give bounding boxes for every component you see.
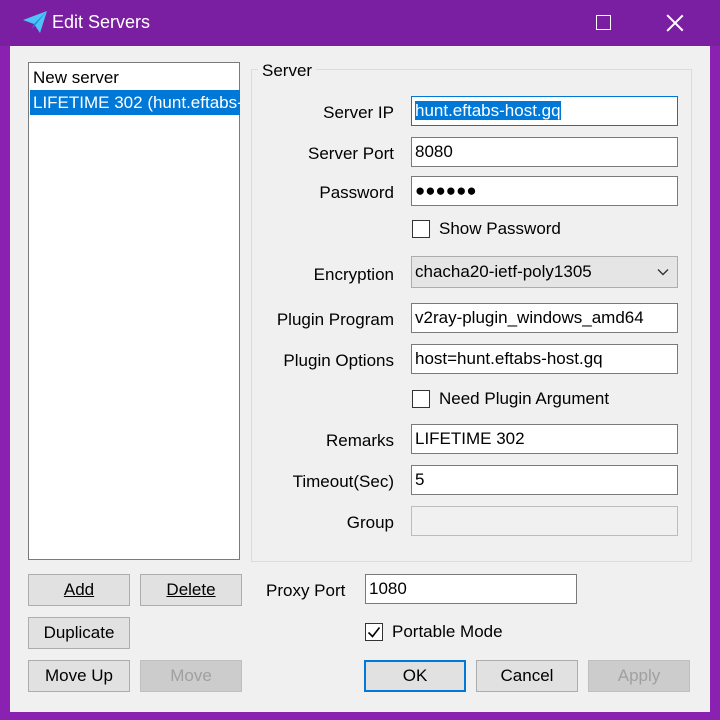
edit-servers-window: Edit Servers New server LIFETIME 302 (hu… <box>0 0 720 720</box>
remarks-input[interactable]: LIFETIME 302 <box>411 424 678 454</box>
portable-mode-label[interactable]: Portable Mode <box>392 622 503 642</box>
server-ip-label: Server IP <box>323 103 394 122</box>
remarks-label: Remarks <box>325 431 394 450</box>
paper-plane-icon <box>23 11 47 33</box>
encryption-value: chacha20-ietf-poly1305 <box>415 262 592 281</box>
title-bar[interactable]: Edit Servers <box>0 0 720 46</box>
delete-button[interactable]: Delete <box>140 574 242 606</box>
proxy-port-input[interactable]: 1080 <box>365 574 577 604</box>
password-label: Password <box>319 183 394 202</box>
list-item[interactable]: New server <box>30 65 240 90</box>
server-ip-input[interactable]: hunt.eftabs-host.gq <box>411 96 678 126</box>
need-plugin-argument-checkbox[interactable] <box>412 390 430 408</box>
password-input[interactable]: ●●●●●● <box>411 176 678 206</box>
encryption-select[interactable]: chacha20-ietf-poly1305 <box>411 256 678 288</box>
proxy-port-label: Proxy Port <box>266 581 346 600</box>
ok-button[interactable]: OK <box>364 660 466 692</box>
plugin-program-label: Plugin Program <box>276 310 394 329</box>
move-up-button[interactable]: Move Up <box>28 660 130 692</box>
checkmark-icon <box>367 627 381 638</box>
group-input <box>411 506 678 536</box>
group-label: Group <box>346 513 394 532</box>
plugin-options-label: Plugin Options <box>283 351 394 370</box>
plugin-options-input[interactable]: host=hunt.eftabs-host.gq <box>411 344 678 374</box>
list-item[interactable]: LIFETIME 302 (hunt.eftabs- <box>30 90 240 115</box>
apply-button: Apply <box>588 660 690 692</box>
show-password-checkbox[interactable] <box>412 220 430 238</box>
plugin-program-input[interactable]: v2ray-plugin_windows_amd64 <box>411 303 678 333</box>
show-password-label[interactable]: Show Password <box>439 219 561 239</box>
timeout-input[interactable]: 5 <box>411 465 678 495</box>
cancel-button[interactable]: Cancel <box>476 660 578 692</box>
encryption-label: Encryption <box>313 265 394 284</box>
server-port-label: Server Port <box>308 144 394 163</box>
maximize-icon <box>596 15 611 30</box>
server-port-input[interactable]: 8080 <box>411 137 678 167</box>
maximize-button[interactable] <box>576 0 630 46</box>
server-list[interactable]: New server LIFETIME 302 (hunt.eftabs- <box>28 62 240 560</box>
duplicate-button[interactable]: Duplicate <box>28 617 130 649</box>
need-plugin-argument-label[interactable]: Need Plugin Argument <box>439 389 609 409</box>
timeout-label: Timeout(Sec) <box>292 472 394 491</box>
move-down-button: Move <box>140 660 242 692</box>
close-button[interactable] <box>648 0 702 46</box>
chevron-down-icon <box>657 269 669 276</box>
window-title: Edit Servers <box>52 12 151 32</box>
portable-mode-checkbox[interactable] <box>365 623 383 641</box>
add-button[interactable]: Add <box>28 574 130 606</box>
server-group-title: Server <box>258 61 317 81</box>
